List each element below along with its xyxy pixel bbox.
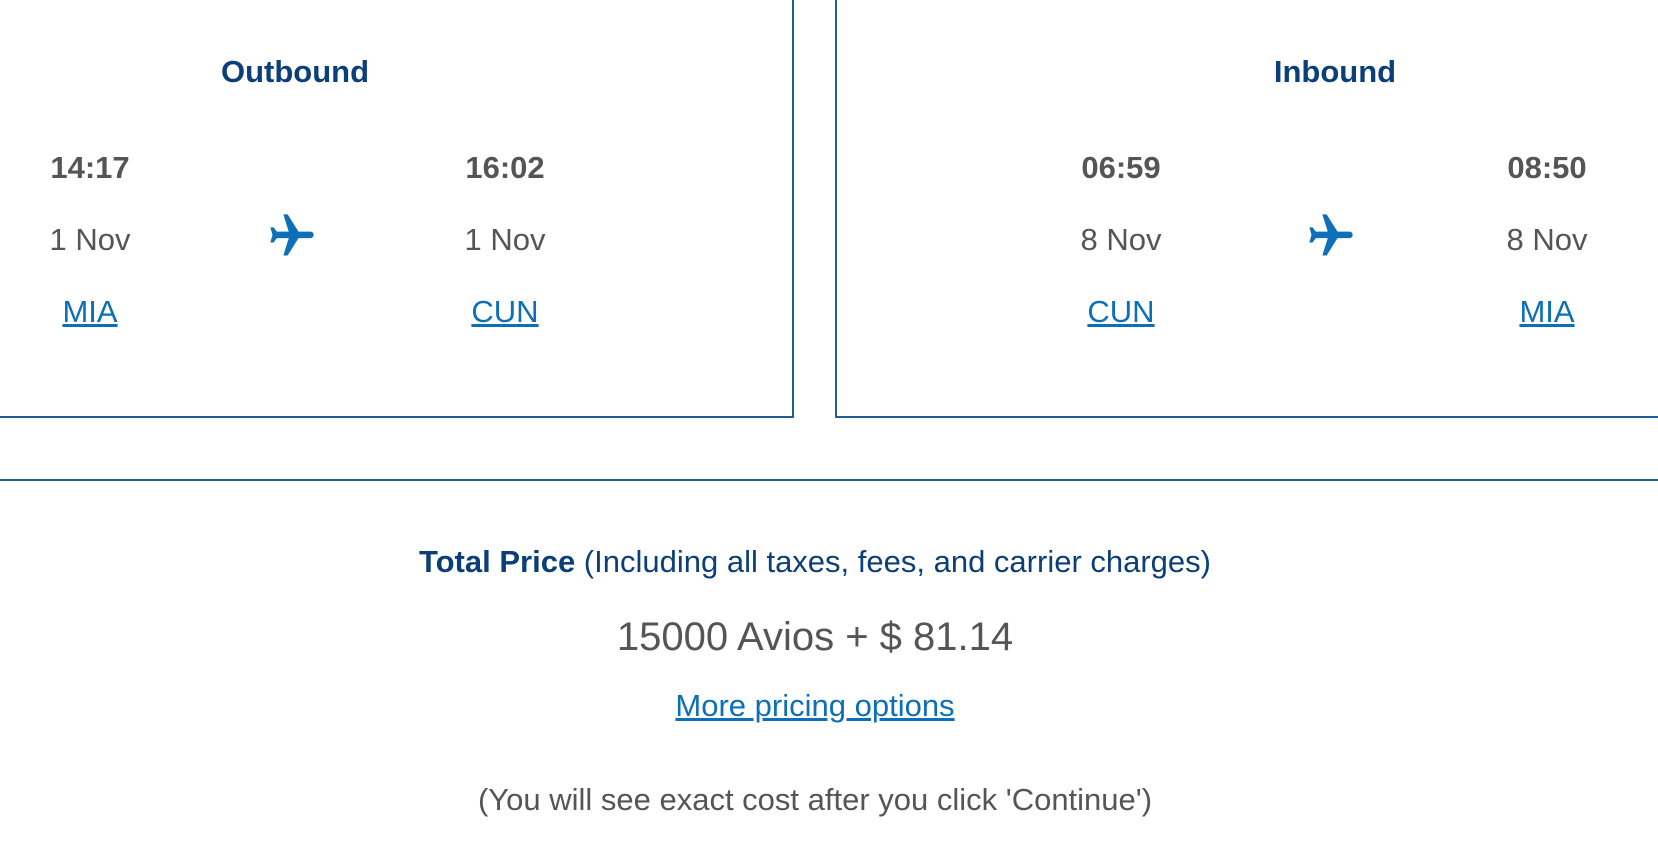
- outbound-departure: 14:17 1 Nov MIA: [0, 148, 180, 332]
- departure-time: 06:59: [1081, 150, 1161, 185]
- price-section: Total Price (Including all taxes, fees, …: [0, 540, 1630, 822]
- continue-note: (You will see exact cost after you click…: [477, 782, 1153, 817]
- inbound-title: Inbound: [1273, 54, 1397, 89]
- arrival-time: 16:02: [465, 150, 545, 185]
- arrival-time: 08:50: [1507, 150, 1587, 185]
- total-price-heading: Total Price (Including all taxes, fees, …: [0, 540, 1630, 584]
- total-price-value: 15000 Avios + $ 81.14: [616, 615, 1014, 659]
- departure-airport-link[interactable]: CUN: [1031, 292, 1211, 332]
- airplane-icon: [266, 210, 318, 262]
- outbound-arrival: 16:02 1 Nov CUN: [415, 148, 595, 332]
- departure-airport-link[interactable]: MIA: [0, 292, 180, 332]
- departure-date: 1 Nov: [49, 222, 131, 257]
- departure-date: 8 Nov: [1080, 222, 1162, 257]
- section-divider: [0, 479, 1658, 481]
- arrival-airport-link[interactable]: MIA: [1457, 292, 1637, 332]
- inbound-departure: 06:59 8 Nov CUN: [1031, 148, 1211, 332]
- total-price-label: Total Price: [418, 544, 576, 579]
- airplane-icon: [1305, 210, 1357, 262]
- outbound-panel: Outbound 14:17 1 Nov MIA 16:02 1 Nov CUN: [0, 0, 794, 418]
- inbound-arrival: 08:50 8 Nov MIA: [1457, 148, 1637, 332]
- inbound-panel: Inbound 06:59 8 Nov CUN 08:50 8 Nov MIA: [835, 0, 1658, 418]
- departure-time: 14:17: [50, 150, 130, 185]
- arrival-airport-link[interactable]: CUN: [415, 292, 595, 332]
- more-pricing-options-link[interactable]: More pricing options: [675, 684, 954, 728]
- arrival-date: 8 Nov: [1506, 222, 1588, 257]
- total-price-qualifier: (Including all taxes, fees, and carrier …: [575, 544, 1211, 579]
- arrival-date: 1 Nov: [464, 222, 546, 257]
- outbound-title: Outbound: [220, 54, 370, 89]
- flight-summary-page: Outbound 14:17 1 Nov MIA 16:02 1 Nov CUN…: [0, 0, 1658, 866]
